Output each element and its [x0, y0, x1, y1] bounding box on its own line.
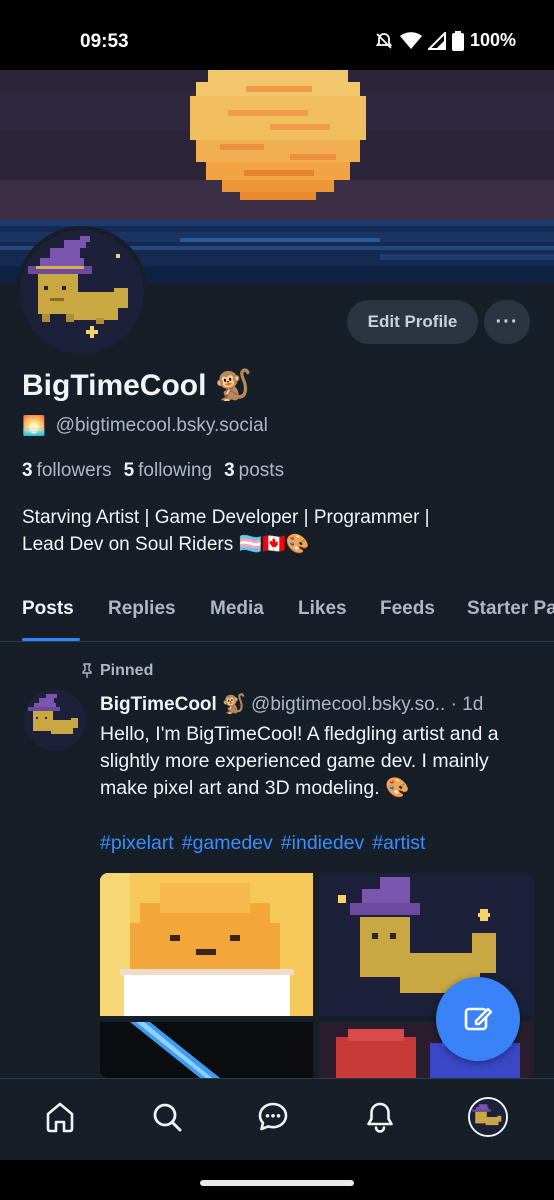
pinned-label: Pinned: [80, 662, 153, 680]
media-image-3: [100, 1022, 313, 1078]
post-time[interactable]: 1d: [462, 694, 483, 715]
profile-handle: @bigtimecool.bsky.social: [55, 415, 268, 436]
bio-line: Lead Dev on Soul Riders 🏳️‍⚧️🇨🇦🎨: [22, 534, 310, 555]
profile-avatar-icon: [470, 1099, 506, 1135]
nav-notifications[interactable]: [360, 1097, 400, 1137]
followers-link[interactable]: 3 followers: [22, 460, 112, 482]
post-author-name[interactable]: BigTimeCool 🐒: [100, 694, 246, 715]
more-options-button[interactable]: ···: [484, 300, 530, 344]
post-author-handle[interactable]: @bigtimecool.bsky.so..: [251, 694, 445, 715]
tab-posts[interactable]: Posts: [22, 598, 74, 620]
tab-replies[interactable]: Replies: [108, 598, 176, 620]
display-name: BigTimeCool 🐒: [22, 369, 253, 402]
post-avatar-image: [24, 689, 86, 751]
battery-icon: [451, 30, 464, 51]
handle-row: 🌅 @bigtimecool.bsky.social: [22, 414, 268, 438]
wifi-icon: [399, 31, 422, 49]
handle-emoji: 🌅: [22, 416, 46, 437]
profile-avatar[interactable]: [16, 226, 148, 358]
bottom-nav: [0, 1078, 554, 1160]
compose-icon: [464, 1007, 493, 1031]
chat-icon: [258, 1102, 288, 1131]
hashtag-link[interactable]: #pixelart: [100, 832, 174, 855]
post-header: BigTimeCool 🐒 @bigtimecool.bsky.so.. · 1…: [100, 692, 540, 716]
post-text: Hello, I'm BigTimeCool! A fledgling arti…: [100, 723, 499, 799]
battery-percent: 100%: [469, 30, 516, 50]
posts-count: 3 posts: [224, 460, 285, 481]
mute-icon: [375, 32, 393, 49]
edit-profile-button[interactable]: Edit Profile: [347, 300, 478, 344]
notifications-icon: [367, 1102, 393, 1133]
nav-chat[interactable]: [253, 1097, 293, 1137]
hashtag-link[interactable]: #indiedev: [281, 832, 364, 855]
compose-post-button[interactable]: [436, 977, 520, 1061]
pin-icon: [82, 663, 92, 678]
nav-profile[interactable]: [468, 1097, 508, 1137]
avatar-image: [20, 230, 144, 354]
profile-tabs: Posts Replies Media Likes Feeds Starter …: [0, 590, 554, 642]
post-tags: #pixelart #gamedev #indiedev #artist: [100, 832, 425, 855]
active-tab-indicator: [22, 638, 80, 641]
post-separator: ·: [450, 694, 457, 715]
following-link[interactable]: 5 following: [124, 460, 213, 482]
home-icon: [46, 1102, 74, 1133]
status-bar: 09:53 100%: [0, 0, 554, 70]
tab-media[interactable]: Media: [210, 598, 264, 620]
home-gesture-bar[interactable]: [200, 1180, 354, 1186]
signal-icon: [427, 31, 446, 50]
tab-likes[interactable]: Likes: [298, 598, 347, 620]
more-icon: ···: [495, 310, 519, 333]
tab-feeds[interactable]: Feeds: [380, 598, 435, 620]
media-image-1: [100, 873, 313, 1016]
bio-line: Starving Artist | Game Developer | Progr…: [22, 507, 430, 528]
search-icon: [153, 1103, 182, 1132]
hashtag-link[interactable]: #artist: [372, 832, 425, 855]
profile-bio: Starving Artist | Game Developer | Progr…: [22, 504, 542, 558]
nav-home[interactable]: [40, 1097, 80, 1137]
gesture-area: [0, 1160, 554, 1200]
hashtag-link[interactable]: #gamedev: [182, 832, 273, 855]
nav-search[interactable]: [147, 1097, 187, 1137]
status-icons: 100%: [374, 30, 516, 51]
profile-stats: 3 followers 5 following 3 posts: [22, 460, 284, 482]
post-author-avatar[interactable]: [24, 689, 86, 751]
status-time: 09:53: [80, 31, 129, 52]
tab-starter-packs[interactable]: Starter Packs: [467, 598, 554, 620]
